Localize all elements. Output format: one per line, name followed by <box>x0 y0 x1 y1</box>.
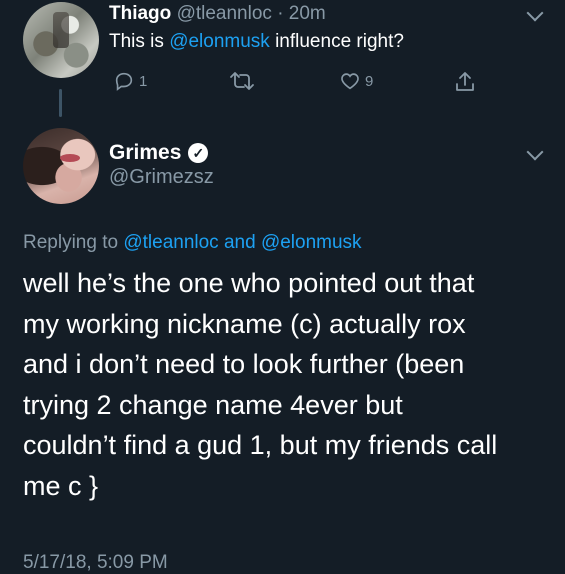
retweet-button[interactable] <box>229 70 255 92</box>
tweet2-date[interactable]: 5/17/18, 5:09 PM <box>23 552 168 574</box>
tweet2-body-line: my working nickname (c) actually rox <box>23 308 466 339</box>
avatar-grimes[interactable] <box>23 128 99 204</box>
reply-icon <box>115 72 133 91</box>
tweet2-body-line: couldn’t find a gud 1, but my friends ca… <box>23 430 498 460</box>
reply-button[interactable]: 1 <box>113 70 147 92</box>
tweet1-text: This is @elonmusk influence right? <box>109 31 404 53</box>
tweet1-text-suffix: influence right? <box>269 31 404 52</box>
tweet2-author: Grimes ✓ <box>109 141 209 165</box>
heart-icon <box>341 73 359 90</box>
retweet-icon <box>230 72 254 90</box>
like-count: 9 <box>365 72 374 90</box>
tweet1-author-name[interactable]: Thiago <box>109 3 171 24</box>
replying-user-elonmusk[interactable]: @elonmusk <box>261 232 362 253</box>
verified-icon: ✓ <box>188 143 209 163</box>
tweet2-body-line: and i don’t need to look further (been <box>23 349 465 379</box>
avatar-detail <box>60 154 80 162</box>
tweet1-mention-link[interactable]: @elonmusk <box>169 31 270 52</box>
tweet2-handle[interactable]: @Grimezsz <box>109 166 214 189</box>
tweet2-body-line: well he’s the one who pointed out that <box>23 268 475 298</box>
reply-count: 1 <box>139 72 148 90</box>
share-button[interactable] <box>453 70 477 94</box>
chevron-down-icon[interactable] <box>526 4 544 22</box>
chevron-down-icon[interactable] <box>526 143 544 161</box>
tweet2-body-line: me c } <box>23 470 99 501</box>
replying-label: Replying to <box>23 232 124 253</box>
share-icon <box>456 72 474 91</box>
tweet1-header: Thiago @tleannloc · 20m <box>109 3 326 25</box>
tweet1-time[interactable]: 20m <box>289 3 326 24</box>
replying-and: and <box>218 232 261 253</box>
like-button[interactable]: 9 <box>339 70 373 92</box>
tweet1-handle[interactable]: @tleannloc <box>177 3 272 24</box>
tweet1-text-prefix: This is <box>109 31 170 52</box>
replying-to: Replying to @tleannloc and @elonmusk <box>23 232 362 254</box>
tweet1-separator: · <box>277 3 284 24</box>
replying-user-tleannloc[interactable]: @tleannloc <box>123 232 218 253</box>
thread-line <box>59 89 62 117</box>
tweet2-body: well he’s the one who pointed out that m… <box>23 263 553 506</box>
tweet2-author-name[interactable]: Grimes <box>109 141 181 165</box>
avatar-thiago[interactable] <box>23 2 99 78</box>
tweet2-body-line: trying 2 change name 4ever but <box>23 389 403 420</box>
